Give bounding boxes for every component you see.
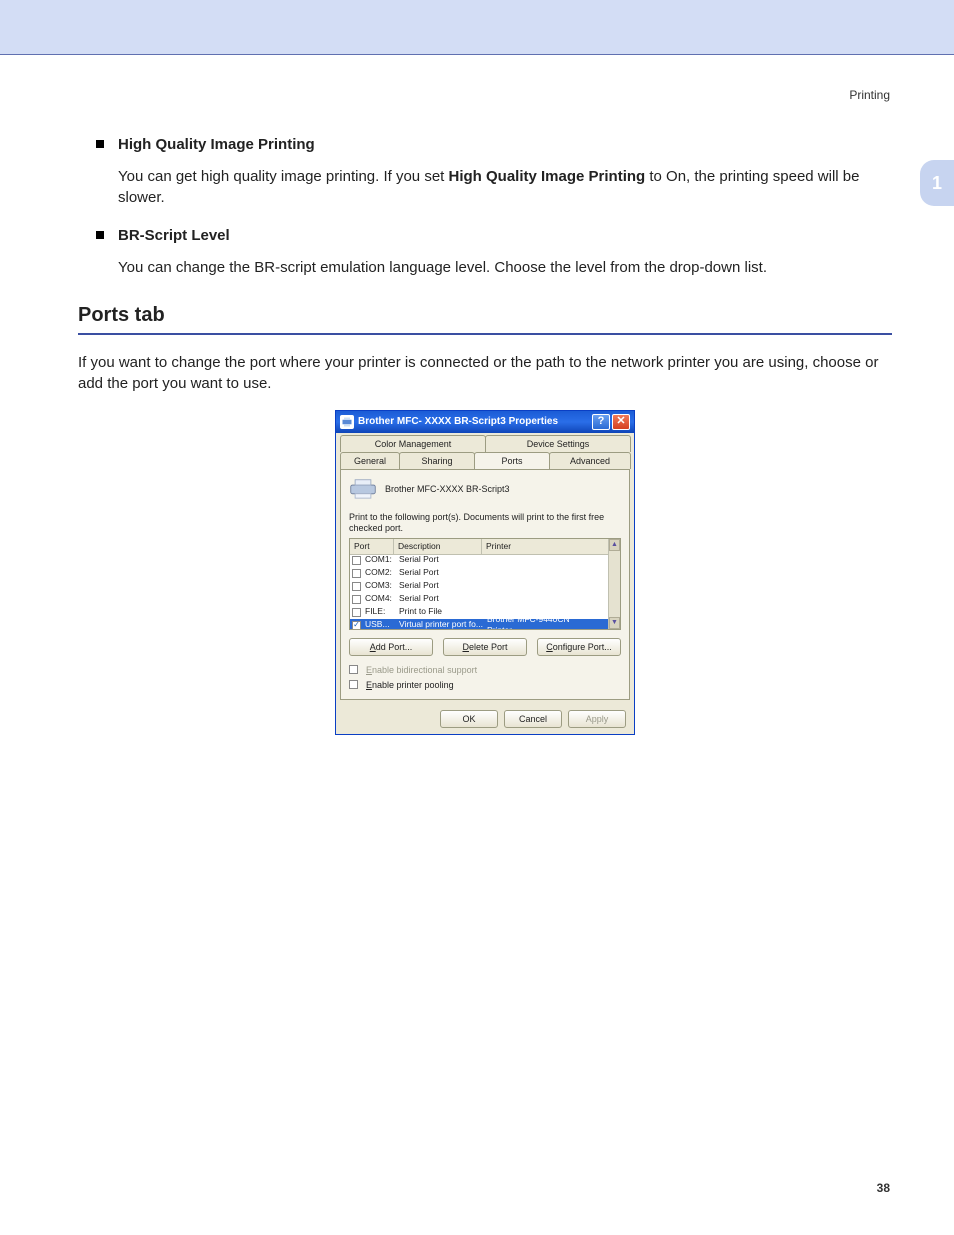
checkbox-icon[interactable] <box>352 621 361 629</box>
main-content: High Quality Image Printing You can get … <box>78 135 892 735</box>
chapter-tab: 1 <box>920 160 954 206</box>
apply-button[interactable]: Apply <box>568 710 626 728</box>
port-list-header: Port Description Printer <box>350 539 620 555</box>
port-cell: COM4: <box>365 593 399 604</box>
text-segment: You can change the BR-script emulation l… <box>118 259 767 276</box>
desc-cell: Serial Port <box>399 554 487 565</box>
tab-panel: Brother MFC-XXXX BR-Script3 Print to the… <box>340 469 630 700</box>
port-cell: COM2: <box>365 567 399 578</box>
bullet-body-br-script: You can change the BR-script emulation l… <box>78 258 892 278</box>
help-button[interactable]: ? <box>592 414 610 430</box>
port-cell: USB... <box>365 619 399 628</box>
port-buttons-row: Add Port... Delete Port Configure Port..… <box>349 638 621 656</box>
bullet-item-hq-image: High Quality Image Printing <box>78 135 892 155</box>
port-list-body: COM1:Serial Port COM2:Serial Port COM3:S… <box>350 554 608 629</box>
port-row[interactable]: COM4:Serial Port <box>350 593 608 606</box>
col-header-printer[interactable]: Printer <box>482 539 620 554</box>
add-port-button[interactable]: Add Port... <box>349 638 433 656</box>
tab-ports[interactable]: Ports <box>474 452 550 469</box>
checkbox-icon[interactable] <box>352 582 361 591</box>
section-paragraph: If you want to change the port where you… <box>78 353 892 394</box>
port-cell: COM1: <box>365 554 399 565</box>
printer-name-label: Brother MFC-XXXX BR-Script3 <box>385 483 510 495</box>
instruction-text: Print to the following port(s). Document… <box>349 512 621 534</box>
dialog-footer: OK Cancel Apply <box>336 704 634 734</box>
tab-advanced[interactable]: Advanced <box>549 452 631 469</box>
desc-cell: Print to File <box>399 606 487 617</box>
checkbox-icon[interactable] <box>352 556 361 565</box>
pooling-checkbox-line[interactable]: Enable printer pooling <box>349 679 621 691</box>
tab-color-management[interactable]: Color Management <box>340 435 486 452</box>
bidi-label: Enable bidirectional support <box>366 664 477 676</box>
top-color-band <box>0 0 954 55</box>
pooling-label: Enable printer pooling <box>366 679 454 691</box>
dialog-titlebar[interactable]: Brother MFC- XXXX BR-Script3 Properties … <box>336 411 634 433</box>
text-segment: You can get high quality image printing.… <box>118 168 449 185</box>
tab-device-settings[interactable]: Device Settings <box>485 435 631 452</box>
ok-button[interactable]: OK <box>440 710 498 728</box>
checkbox-icon[interactable] <box>352 608 361 617</box>
printer-cell: Brother MFC-9440CN Printer,... <box>487 614 606 629</box>
heading-rule <box>78 333 892 335</box>
col-header-description[interactable]: Description <box>394 539 482 554</box>
tabs-row-top: Color Management Device Settings <box>336 433 634 452</box>
bullet-item-br-script: BR-Script Level <box>78 226 892 246</box>
desc-cell: Serial Port <box>399 567 487 578</box>
col-header-port[interactable]: Port <box>350 539 394 554</box>
scroll-down-icon[interactable]: ▼ <box>609 617 620 629</box>
page-number: 38 <box>877 1181 890 1195</box>
port-list: Port Description Printer COM1:Serial Por… <box>349 538 621 630</box>
port-row[interactable]: COM3:Serial Port <box>350 580 608 593</box>
bullet-square-icon <box>96 140 104 148</box>
port-cell: COM3: <box>365 580 399 591</box>
configure-port-button[interactable]: Configure Port... <box>537 638 621 656</box>
close-button[interactable]: ✕ <box>612 414 630 430</box>
port-row[interactable]: COM2:Serial Port <box>350 567 608 580</box>
dialog-wrap: Brother MFC- XXXX BR-Script3 Properties … <box>335 410 635 735</box>
tabs-row-bottom: General Sharing Ports Advanced <box>336 452 634 469</box>
printer-icon <box>340 415 354 429</box>
bullet-body-hq-image: You can get high quality image printing.… <box>78 167 892 208</box>
dialog-title-text: Brother MFC- XXXX BR-Script3 Properties <box>358 415 590 429</box>
desc-cell: Serial Port <box>399 580 487 591</box>
printer-name-row: Brother MFC-XXXX BR-Script3 <box>349 478 621 500</box>
desc-cell: Virtual printer port fo... <box>399 619 487 628</box>
port-row[interactable]: USB...Virtual printer port fo...Brother … <box>350 619 608 629</box>
tab-general[interactable]: General <box>340 452 400 469</box>
checkbox-icon[interactable] <box>352 569 361 578</box>
scroll-up-icon[interactable]: ▲ <box>609 539 620 551</box>
bullet-title: High Quality Image Printing <box>118 136 315 153</box>
port-cell: FILE: <box>365 606 399 617</box>
properties-dialog: Brother MFC- XXXX BR-Script3 Properties … <box>335 410 635 735</box>
tab-sharing[interactable]: Sharing <box>399 452 475 469</box>
checkbox-icon[interactable] <box>349 680 358 689</box>
bullet-title: BR-Script Level <box>118 227 230 244</box>
cancel-button[interactable]: Cancel <box>504 710 562 728</box>
checkbox-icon <box>349 665 358 674</box>
page-header-label: Printing <box>849 88 890 102</box>
bidi-checkbox-line: Enable bidirectional support <box>349 664 621 676</box>
checkbox-icon[interactable] <box>352 595 361 604</box>
text-bold-segment: High Quality Image Printing <box>449 168 646 185</box>
bullet-square-icon <box>96 231 104 239</box>
section-heading-ports: Ports tab <box>78 302 892 329</box>
port-row[interactable]: COM1:Serial Port <box>350 554 608 567</box>
delete-port-button[interactable]: Delete Port <box>443 638 527 656</box>
desc-cell: Serial Port <box>399 593 487 604</box>
printer-large-icon <box>349 478 377 500</box>
port-list-scrollbar[interactable]: ▲ ▼ <box>608 539 620 629</box>
